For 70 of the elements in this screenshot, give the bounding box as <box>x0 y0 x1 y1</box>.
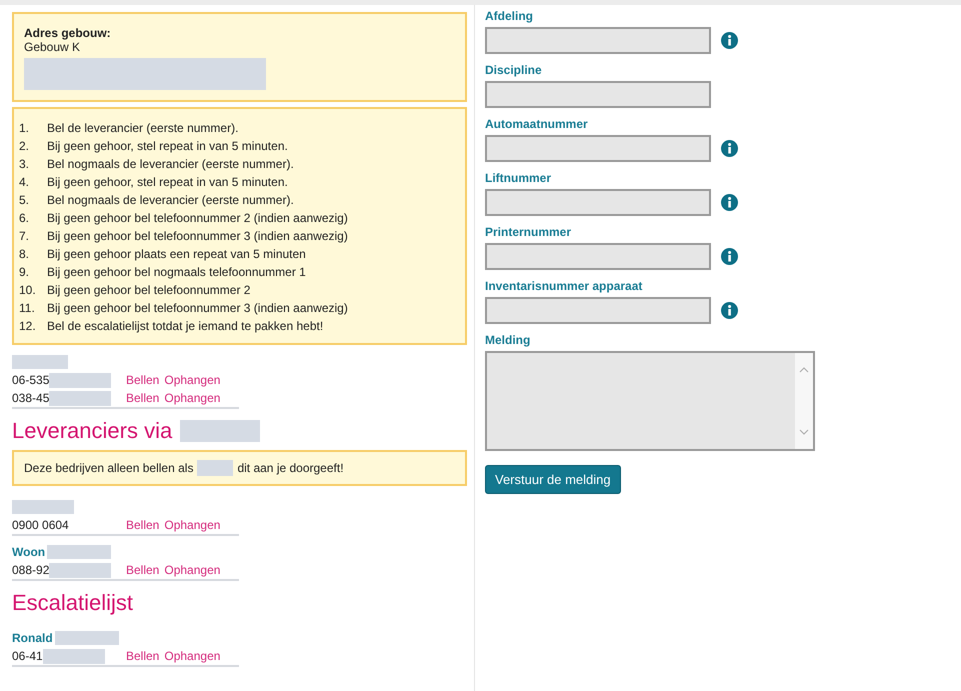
call-link[interactable]: Bellen <box>126 391 160 405</box>
step-number: 9. <box>19 264 30 281</box>
step-text: Bij geen gehoor bel telefoonnummer 3 (indien aanwezig) <box>47 228 348 245</box>
call-link[interactable]: Bellen <box>126 649 160 663</box>
step-text: Bel nogmaals de leverancier (eerste nummer). <box>47 192 294 209</box>
step-text: Bij geen gehoor, stel repeat in van 5 minuten. <box>47 138 288 155</box>
address-line: Gebouw K <box>24 40 82 54</box>
step-text: Bij geen gehoor bel telefoonnummer 2 <box>47 282 250 299</box>
step-number: 5. <box>19 192 30 209</box>
step-number: 12. <box>19 318 37 335</box>
info-icon[interactable] <box>721 248 738 265</box>
hang-up-link[interactable]: Ophangen <box>164 649 220 663</box>
step-text: Bij geen gehoor, stel repeat in van 5 minuten. <box>47 174 288 191</box>
input-field[interactable] <box>485 81 711 108</box>
input-field[interactable] <box>485 189 711 216</box>
step-text: Bij geen gehoor plaats een repeat van 5 minuten <box>47 246 306 263</box>
input-field[interactable] <box>485 27 711 54</box>
hang-up-link[interactable]: Ophangen <box>164 563 220 577</box>
scroll-down-icon[interactable] <box>799 429 809 435</box>
info-icon[interactable] <box>721 194 738 211</box>
contact-name: Woon <box>12 545 46 559</box>
scrollbar[interactable] <box>795 353 813 449</box>
step-number: 7. <box>19 228 30 245</box>
hang-up-link[interactable]: Ophangen <box>164 391 220 405</box>
step-text: Bij geen gehoor bel nogmaals telefoonnummer 1 <box>47 264 306 281</box>
section-heading: Leveranciers via <box>12 418 172 444</box>
step-text: Bij geen gehoor bel telefoonnummer 3 (indien aanwezig) <box>47 300 348 317</box>
call-link[interactable]: Bellen <box>126 518 160 532</box>
step-number: 11. <box>19 300 36 317</box>
hang-up-link[interactable]: Ophangen <box>164 373 220 387</box>
phone-number: 06-535 <box>12 373 50 387</box>
step-text: Bel de escalatielijst totdat je iemand te pakken hebt! <box>47 318 324 335</box>
input-field[interactable] <box>485 135 711 162</box>
message-textarea[interactable] <box>485 351 815 451</box>
step-text: Bij geen gehoor bel telefoonnummer 2 (indien aanwezig) <box>47 210 348 227</box>
step-text: Bel nogmaals de leverancier (eerste nummer). <box>47 156 294 173</box>
call-link[interactable]: Bellen <box>126 373 160 387</box>
section-heading: Escalatielijst <box>12 590 134 616</box>
info-icon[interactable] <box>721 302 738 319</box>
hang-up-link[interactable]: Ophangen <box>164 518 220 532</box>
field-label: Automaatnummer <box>485 117 589 133</box>
field-label: Inventarisnummer apparaat <box>485 279 644 295</box>
submit-button[interactable]: Verstuur de melding <box>485 465 621 494</box>
phone-number: 088-92 <box>12 563 50 577</box>
input-field[interactable] <box>485 243 711 270</box>
contact-name: Ronald <box>12 631 53 645</box>
address-title: Adres gebouw: <box>24 26 112 40</box>
step-number: 10. <box>19 282 37 299</box>
field-label: Liftnummer <box>485 171 552 187</box>
notice-text: Deze bedrijven alleen bellen als <box>24 461 194 475</box>
info-icon[interactable] <box>721 32 738 49</box>
step-number: 1. <box>19 120 30 137</box>
step-number: 8. <box>19 246 30 263</box>
call-link[interactable]: Bellen <box>126 563 160 577</box>
step-number: 4. <box>19 174 30 191</box>
notice-text: dit aan je doorgeeft! <box>237 461 344 475</box>
field-label: Melding <box>485 333 532 349</box>
step-number: 2. <box>19 138 30 155</box>
field-label: Printernummer <box>485 225 572 241</box>
step-number: 3. <box>19 156 30 173</box>
step-text: Bel de leverancier (eerste nummer). <box>47 120 238 137</box>
phone-number: 0900 0604 <box>12 518 69 532</box>
input-field[interactable] <box>485 297 711 324</box>
field-label: Discipline <box>485 63 543 79</box>
scroll-up-icon[interactable] <box>799 367 809 373</box>
phone-number: 038-45 <box>12 391 50 405</box>
step-number: 6. <box>19 210 30 227</box>
info-icon[interactable] <box>721 140 738 157</box>
phone-number: 06-41 <box>12 649 43 663</box>
field-label: Afdeling <box>485 9 534 25</box>
